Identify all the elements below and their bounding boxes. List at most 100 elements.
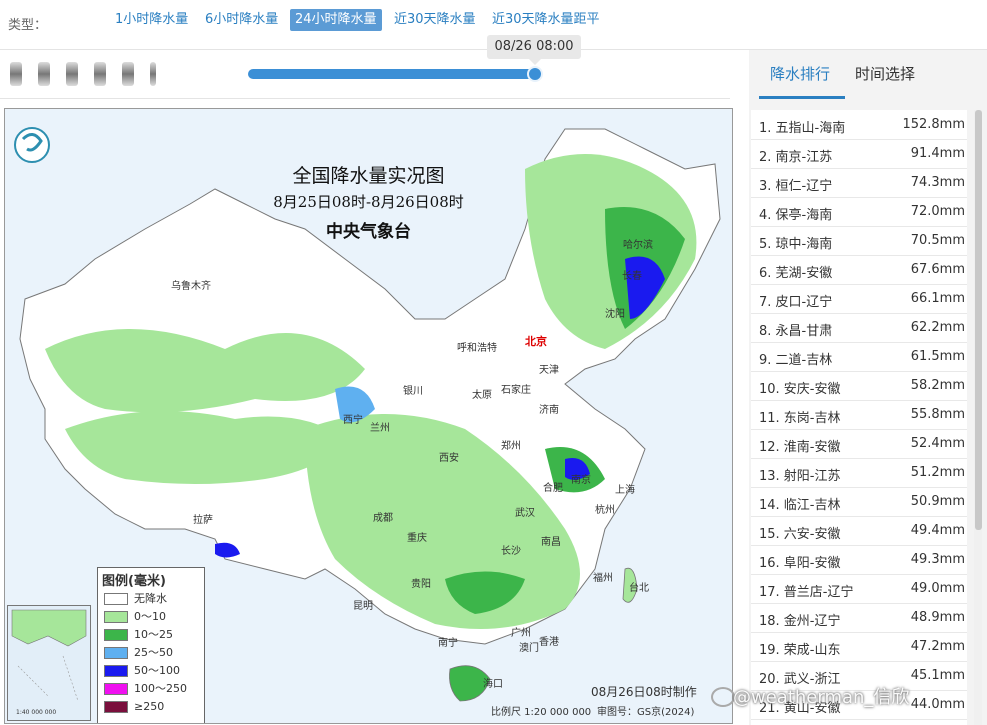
city-label: 杭州 [595, 505, 615, 516]
ranking-panel: 降水排行 时间选择 1. 五指山-海南 152.8mm 2. 南京-江苏 91.4mm… [749, 50, 987, 725]
city-label: 贵阳 [411, 579, 431, 590]
ranking-row[interactable]: 9. 二道-吉林 61.5mm [751, 342, 967, 372]
ranking-value: 74.3mm [910, 175, 965, 190]
city-label: 台北 [629, 583, 649, 594]
tab-1h-precip[interactable]: 1小时降水量 [110, 9, 193, 31]
city-label: 呼和浩特 [457, 343, 497, 354]
legend-swatch [104, 701, 128, 713]
time-slider-handle[interactable] [527, 66, 543, 82]
city-label: 武汉 [515, 508, 535, 519]
city-label: 澳门 [519, 643, 539, 654]
ranking-station: 2. 南京-江苏 [759, 150, 833, 165]
ranking-station: 18. 金州-辽宁 [759, 614, 841, 629]
next-frame-icon[interactable] [94, 62, 106, 86]
city-label: 海口 [483, 679, 503, 690]
city-label: 银川 [403, 386, 423, 397]
prev-frame-icon[interactable] [38, 62, 50, 86]
ranking-value: 52.4mm [910, 436, 965, 451]
ranking-row[interactable]: 6. 芜湖-安徽 67.6mm [751, 255, 967, 285]
tab-30d-anomaly[interactable]: 近30天降水量距平 [487, 9, 605, 31]
legend-label: 25～50 [134, 646, 173, 659]
city-label: 合肥 [543, 483, 563, 494]
precip-map: 全国降水量实况图 8月25日08时-8月26日08时 中央气象台 乌鲁木齐 哈尔… [4, 108, 733, 724]
ranking-value: 152.8mm [902, 117, 965, 132]
city-label: 上海 [615, 485, 635, 496]
play-icon[interactable] [66, 62, 78, 86]
inset-graphic [11, 609, 87, 702]
ranking-station: 8. 永昌-甘肃 [759, 324, 833, 339]
ranking-row[interactable]: 17. 普兰店-辽宁 49.0mm [751, 574, 967, 604]
city-label: 福州 [593, 573, 613, 584]
legend-swatch [104, 665, 128, 677]
tab-30d-precip[interactable]: 近30天降水量 [389, 9, 481, 31]
ranking-row[interactable]: 10. 安庆-安徽 58.2mm [751, 371, 967, 401]
ranking-value: 67.6mm [910, 262, 965, 277]
ranking-station: 4. 保亭-海南 [759, 208, 833, 223]
ranking-value: 66.1mm [910, 291, 965, 306]
city-label: 石家庄 [501, 385, 531, 396]
legend-label: 10～25 [134, 628, 173, 641]
tab-precip-ranking[interactable]: 降水排行 [770, 63, 830, 84]
ranking-value: 70.5mm [910, 233, 965, 248]
map-title: 全国降水量实况图 [292, 165, 445, 187]
legend-swatch [104, 611, 128, 623]
scrollbar-thumb[interactable] [975, 110, 982, 530]
ranking-value: 44.0mm [910, 697, 965, 712]
ranking-station: 1. 五指山-海南 [759, 121, 846, 136]
ranking-value: 55.8mm [910, 407, 965, 422]
ranking-row[interactable]: 1. 五指山-海南 152.8mm [751, 110, 967, 140]
ranking-row[interactable]: 15. 六安-安徽 49.4mm [751, 516, 967, 546]
ranking-row[interactable]: 4. 保亭-海南 72.0mm [751, 197, 967, 227]
city-label: 天津 [539, 365, 559, 376]
ranking-value: 62.2mm [910, 320, 965, 335]
ranking-row[interactable]: 7. 皮口-辽宁 66.1mm [751, 284, 967, 314]
ranking-station: 11. 东岗-吉林 [759, 411, 841, 426]
ranking-row[interactable]: 18. 金州-辽宁 48.9mm [751, 603, 967, 633]
city-label: 南京 [571, 475, 591, 486]
ranking-row[interactable]: 16. 阜阳-安徽 49.3mm [751, 545, 967, 575]
legend-label: 0～10 [134, 610, 166, 623]
weibo-icon [711, 687, 735, 707]
city-label: 济南 [539, 405, 559, 416]
city-label: 西宁 [343, 415, 363, 426]
city-label: 南宁 [438, 638, 458, 649]
ranking-station: 14. 临江-吉林 [759, 498, 841, 513]
last-frame-icon[interactable] [122, 62, 134, 86]
ranking-row[interactable]: 12. 淮南-安徽 52.4mm [751, 429, 967, 459]
ranking-value: 61.5mm [910, 349, 965, 364]
ranking-value: 58.2mm [910, 378, 965, 393]
south-china-sea-inset: 1:40 000 000 [7, 605, 91, 721]
time-slider-track[interactable] [248, 69, 536, 79]
tab-time-select[interactable]: 时间选择 [855, 63, 915, 84]
ranking-row[interactable]: 3. 桓仁-辽宁 74.3mm [751, 168, 967, 198]
active-tab-underline [759, 96, 845, 99]
divider [0, 98, 730, 99]
ranking-row[interactable]: 5. 琼中-海南 70.5mm [751, 226, 967, 256]
ranking-row[interactable]: 14. 临江-吉林 50.9mm [751, 487, 967, 517]
ranking-list[interactable]: 1. 五指山-海南 152.8mm 2. 南京-江苏 91.4mm 3. 桓仁-辽宁 74… [751, 110, 967, 725]
ranking-row[interactable]: 2. 南京-江苏 91.4mm [751, 139, 967, 169]
city-label: 郑州 [501, 441, 521, 452]
made-note: 08月26日08时制作 [591, 685, 697, 699]
ranking-row[interactable]: 19. 荣成-山东 47.2mm [751, 632, 967, 662]
legend-label: 100～250 [134, 682, 187, 695]
ranking-station: 5. 琼中-海南 [759, 237, 833, 252]
inset-scale: 1:40 000 000 [16, 709, 57, 716]
city-label: 重庆 [407, 533, 427, 544]
city-label: 兰州 [370, 423, 390, 434]
ranking-row[interactable]: 11. 东岗-吉林 55.8mm [751, 400, 967, 430]
ranking-value: 49.4mm [910, 523, 965, 538]
ranking-value: 45.1mm [910, 668, 965, 683]
ranking-value: 47.2mm [910, 639, 965, 654]
city-label: 昆明 [353, 601, 373, 612]
city-label: 长春 [622, 271, 642, 282]
ranking-station: 6. 芜湖-安徽 [759, 266, 833, 281]
watermark: @weatherman_信欣 [733, 687, 910, 708]
tab-6h-precip[interactable]: 6小时降水量 [200, 9, 283, 31]
tab-24h-precip[interactable]: 24小时降水量 [290, 9, 382, 31]
ranking-row[interactable]: 13. 射阳-江苏 51.2mm [751, 458, 967, 488]
ranking-row[interactable]: 8. 永昌-甘肃 62.2mm [751, 313, 967, 343]
city-label: 长沙 [501, 546, 521, 557]
speed-icon[interactable] [150, 62, 156, 86]
first-frame-icon[interactable] [10, 62, 22, 86]
